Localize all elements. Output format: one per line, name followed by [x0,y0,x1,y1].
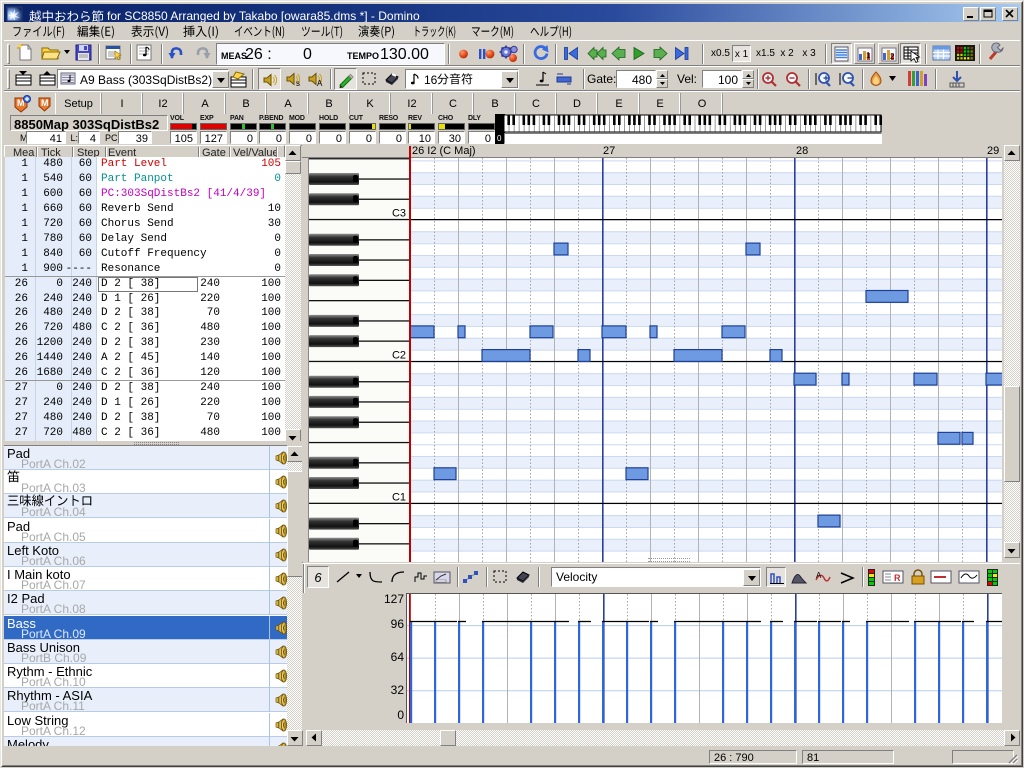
svg-text:A: A [816,571,822,580]
svg-text:C2: C2 [392,349,406,361]
svg-text:s: s [296,79,300,88]
svg-text:R: R [894,573,901,583]
svg-text:C1: C1 [392,491,406,503]
svg-text:A: A [317,79,323,88]
svg-text:C3: C3 [392,208,406,220]
svg-text:1: 1 [866,51,871,60]
svg-text:M: M [41,98,49,108]
svg-text:2: 2 [890,52,895,61]
